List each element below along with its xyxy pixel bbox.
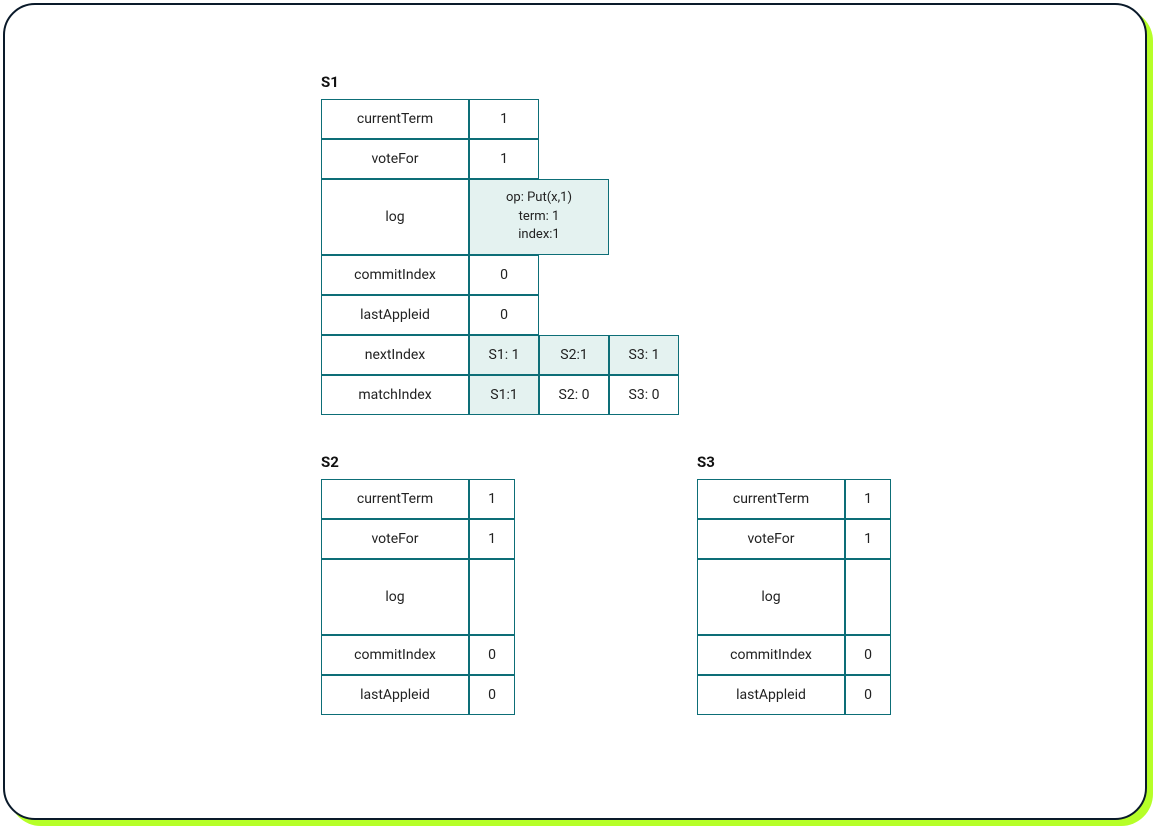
- s2-row-lastAppleid: lastAppleid 0: [321, 675, 515, 715]
- server-s3-table: currentTerm 1 voteFor 1 log commitInd: [697, 479, 891, 715]
- server-s2: S2 currentTerm 1 voteFor 1 log: [321, 453, 515, 715]
- s3-lastAppleid-label: lastAppleid: [697, 675, 845, 715]
- s1-log-entry-term: term: 1: [476, 208, 602, 227]
- s2-lastAppleid-label: lastAppleid: [321, 675, 469, 715]
- s2-log-label: log: [321, 559, 469, 635]
- s1-voteFor-value: 1: [469, 139, 539, 179]
- s3-commitIndex-value: 0: [845, 635, 891, 675]
- s1-lastAppleid-value: 0: [469, 295, 539, 335]
- server-s1-title: S1: [321, 73, 891, 91]
- server-s2-title: S2: [321, 453, 515, 471]
- s3-lastAppleid-value: 0: [845, 675, 891, 715]
- s1-currentTerm-value: 1: [469, 99, 539, 139]
- s3-row-log: log: [697, 559, 891, 635]
- s1-voteFor-label: voteFor: [321, 139, 469, 179]
- s2-commitIndex-label: commitIndex: [321, 635, 469, 675]
- s2-currentTerm-label: currentTerm: [321, 479, 469, 519]
- s1-row-log: log op: Put(x,1) term: 1 index:1: [321, 179, 679, 255]
- s3-row-commitIndex: commitIndex 0: [697, 635, 891, 675]
- s2-row-log: log: [321, 559, 515, 635]
- s3-commitIndex-label: commitIndex: [697, 635, 845, 675]
- s2-commitIndex-value: 0: [469, 635, 515, 675]
- s1-lastAppleid-label: lastAppleid: [321, 295, 469, 335]
- s3-log-empty: [845, 559, 891, 635]
- s1-matchIndex-c2: S3: 0: [609, 375, 679, 415]
- s2-voteFor-value: 1: [469, 519, 515, 559]
- s1-nextIndex-label: nextIndex: [321, 335, 469, 375]
- s1-commitIndex-label: commitIndex: [321, 255, 469, 295]
- s1-log-entry-index: index:1: [476, 226, 602, 245]
- s1-matchIndex-c0: S1:1: [469, 375, 539, 415]
- s1-row-lastAppleid: lastAppleid 0: [321, 295, 679, 335]
- server-s3-title: S3: [697, 453, 891, 471]
- s1-nextIndex-c2: S3: 1: [609, 335, 679, 375]
- s1-row-currentTerm: currentTerm 1: [321, 99, 679, 139]
- server-s1-table: currentTerm 1 voteFor 1 log op: Put(x,1)…: [321, 99, 679, 415]
- s1-nextIndex-c1: S2:1: [539, 335, 609, 375]
- s1-matchIndex-c1: S2: 0: [539, 375, 609, 415]
- s1-nextIndex-c0: S1: 1: [469, 335, 539, 375]
- s1-row-nextIndex: nextIndex S1: 1 S2:1 S3: 1: [321, 335, 679, 375]
- s1-currentTerm-label: currentTerm: [321, 99, 469, 139]
- s2-currentTerm-value: 1: [469, 479, 515, 519]
- s3-voteFor-value: 1: [845, 519, 891, 559]
- s3-currentTerm-label: currentTerm: [697, 479, 845, 519]
- s1-matchIndex-label: matchIndex: [321, 375, 469, 415]
- server-s3: S3 currentTerm 1 voteFor 1 log: [697, 453, 891, 715]
- diagram-content: S1 currentTerm 1 voteFor 1 log op: Put(x…: [321, 73, 891, 715]
- s3-voteFor-label: voteFor: [697, 519, 845, 559]
- s3-currentTerm-value: 1: [845, 479, 891, 519]
- s2-lastAppleid-value: 0: [469, 675, 515, 715]
- s1-log-entry-op: op: Put(x,1): [476, 189, 602, 208]
- s1-log-label: log: [321, 179, 469, 255]
- s2-voteFor-label: voteFor: [321, 519, 469, 559]
- s1-row-matchIndex: matchIndex S1:1 S2: 0 S3: 0: [321, 375, 679, 415]
- s3-row-currentTerm: currentTerm 1: [697, 479, 891, 519]
- s2-row-voteFor: voteFor 1: [321, 519, 515, 559]
- server-s2-table: currentTerm 1 voteFor 1 log commitInd: [321, 479, 515, 715]
- s1-row-commitIndex: commitIndex 0: [321, 255, 679, 295]
- s1-row-voteFor: voteFor 1: [321, 139, 679, 179]
- s1-commitIndex-value: 0: [469, 255, 539, 295]
- s2-row-currentTerm: currentTerm 1: [321, 479, 515, 519]
- diagram-card: S1 currentTerm 1 voteFor 1 log op: Put(x…: [3, 3, 1147, 820]
- s3-row-lastAppleid: lastAppleid 0: [697, 675, 891, 715]
- server-s1: S1 currentTerm 1 voteFor 1 log op: Put(x…: [321, 73, 891, 415]
- s3-row-voteFor: voteFor 1: [697, 519, 891, 559]
- s2-row-commitIndex: commitIndex 0: [321, 635, 515, 675]
- s3-log-label: log: [697, 559, 845, 635]
- s2-log-empty: [469, 559, 515, 635]
- s1-log-entry: op: Put(x,1) term: 1 index:1: [469, 179, 609, 255]
